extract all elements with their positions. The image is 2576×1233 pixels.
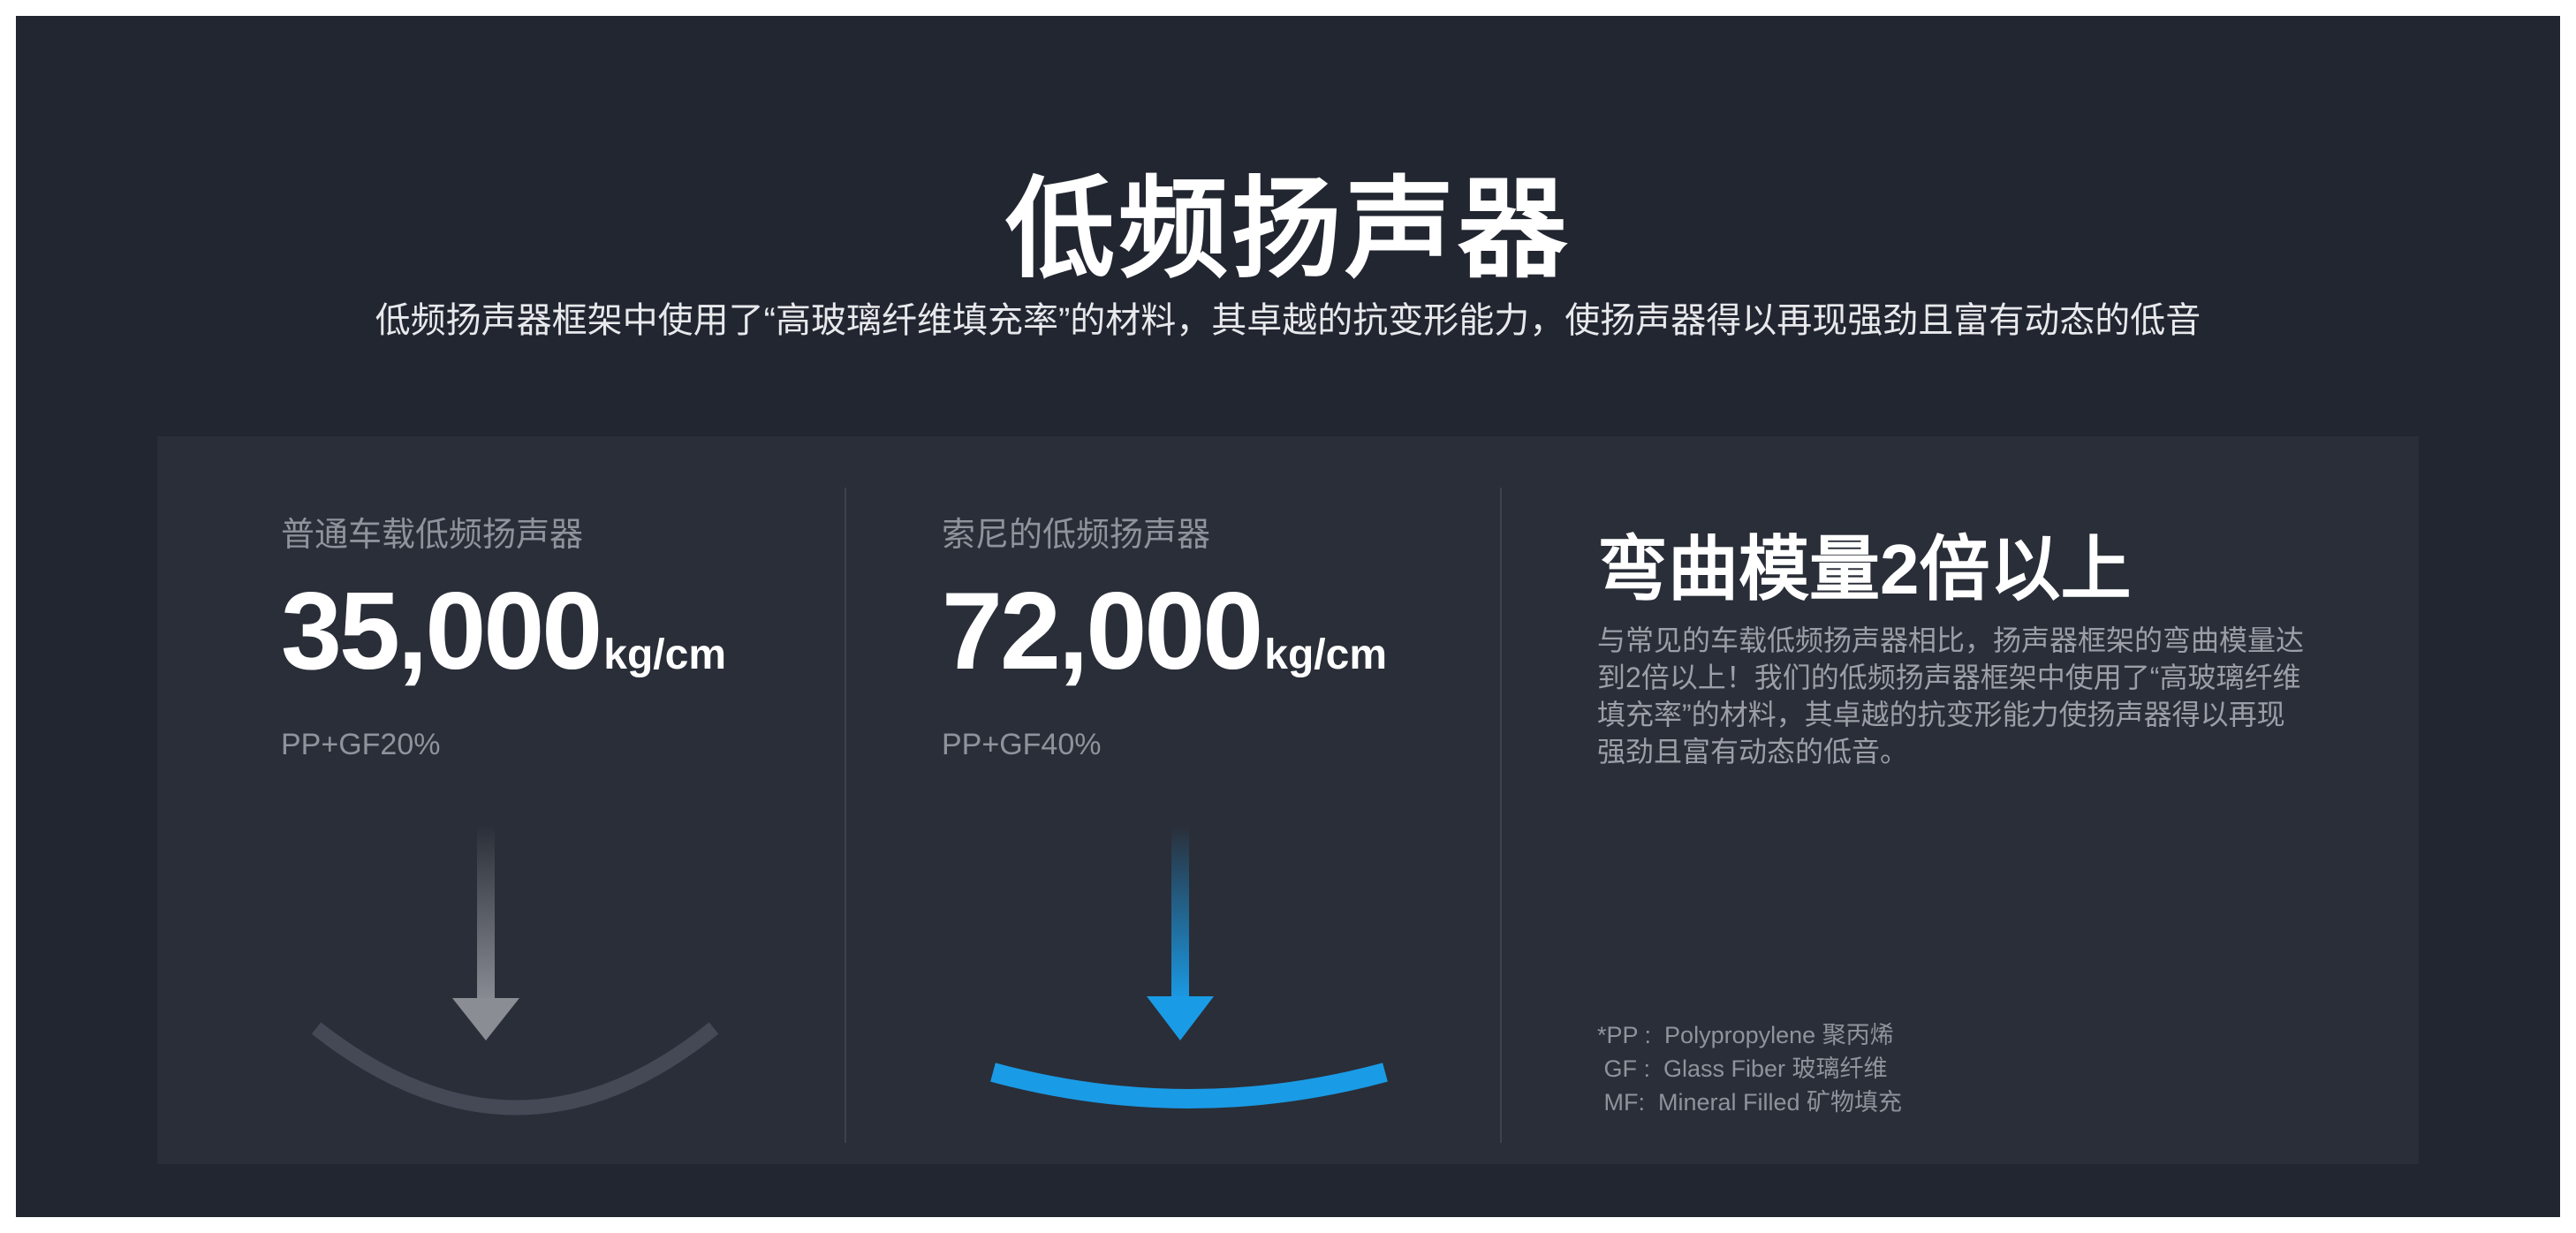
sony-speaker-value: 72,000kg/cm [942, 569, 1387, 694]
standard-speaker-column: 普通车载低频扬声器 35,000kg/cm PP+GF20% [157, 436, 846, 1164]
down-arrow-icon [452, 825, 519, 1040]
flexed-curve-icon [311, 1022, 719, 1116]
slide-frame: 低频扬声器 低频扬声器框架中使用了“高玻璃纤维填充率”的材料，其卓越的抗变形能力… [16, 16, 2560, 1217]
comparison-panel: 普通车载低频扬声器 35,000kg/cm PP+GF20% 索尼的低频扬声器 … [157, 436, 2419, 1164]
footnote-gf: GF : Glass Fiber 玻璃纤维 [1597, 1055, 1888, 1082]
standard-speaker-label: 普通车载低频扬声器 [281, 517, 584, 554]
feature-description: 与常见的车载低频扬声器相比，扬声器框架的弯曲模量达到2倍以上！我们的低频扬声器框… [1597, 624, 2305, 768]
sony-speaker-material: PP+GF40% [942, 728, 1102, 761]
page-subtitle: 低频扬声器框架中使用了“高玻璃纤维填充率”的材料，其卓越的抗变形能力，使扬声器得… [375, 301, 2201, 340]
standard-speaker-value: 35,000kg/cm [281, 569, 726, 694]
footnote-mf: MF: Mineral Filled 矿物填充 [1597, 1089, 1903, 1116]
standard-speaker-number: 35,000 [281, 571, 602, 692]
sony-speaker-number: 72,000 [942, 571, 1263, 692]
sony-speaker-illustration [990, 825, 1388, 1108]
column-divider [1500, 488, 1502, 1143]
sony-speaker-unit: kg/cm [1264, 632, 1387, 678]
page-title: 低频扬声器 [1004, 169, 1571, 291]
sony-speaker-column: 索尼的低频扬声器 72,000kg/cm PP+GF40% [846, 436, 1502, 1164]
rigid-curve-icon [990, 1063, 1388, 1108]
feature-column: 弯曲模量2倍以上 与常见的车载低频扬声器相比，扬声器框架的弯曲模量达到2倍以上！… [1597, 436, 2357, 1164]
standard-speaker-illustration [311, 825, 719, 1116]
down-arrow-icon [1147, 825, 1214, 1040]
standard-speaker-unit: kg/cm [603, 632, 726, 678]
standard-speaker-material: PP+GF20% [281, 728, 441, 761]
footnote-pp: *PP : Polypropylene 聚丙烯 [1597, 1022, 1894, 1048]
feature-title: 弯曲模量2倍以上 [1597, 530, 2132, 609]
sony-speaker-label: 索尼的低频扬声器 [942, 517, 1211, 554]
